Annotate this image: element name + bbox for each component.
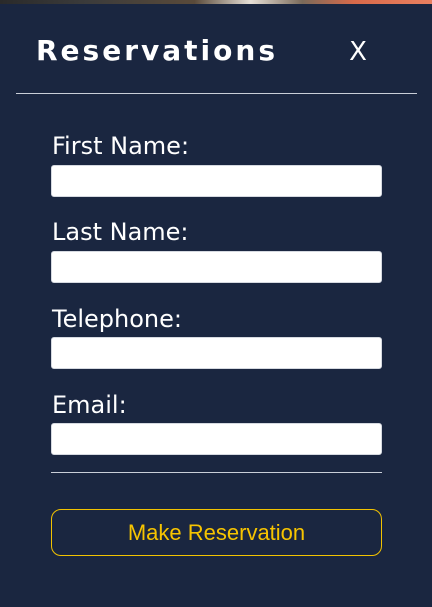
first-name-input[interactable] <box>51 165 382 197</box>
telephone-label: Telephone: <box>52 305 182 333</box>
last-name-label: Last Name: <box>52 218 189 246</box>
telephone-input[interactable] <box>51 337 382 369</box>
make-reservation-button[interactable]: Make Reservation <box>51 509 382 556</box>
last-name-input[interactable] <box>51 251 382 283</box>
first-name-label: First Name: <box>52 132 190 160</box>
close-button[interactable]: X <box>344 36 372 68</box>
email-label: Email: <box>52 391 127 419</box>
email-input[interactable] <box>51 423 382 455</box>
modal-title: Reservations <box>36 34 278 67</box>
form-divider <box>51 472 382 473</box>
